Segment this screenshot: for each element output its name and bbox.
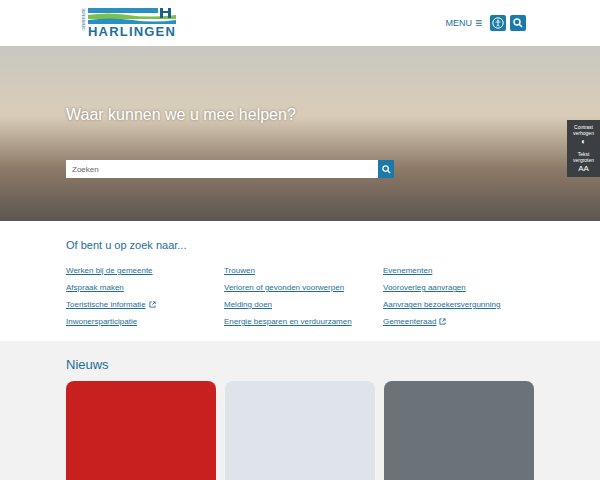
page: GEMEENTEHARLINGEN MENU≡ Waar kunnen we u m…	[0, 0, 600, 480]
quick-link[interactable]: Inwonersparticipatie	[66, 316, 224, 327]
hero-photo: Waar kunnen we u mee helpen?Contrast ver…	[0, 46, 600, 221]
option-glyph-icon: ◐	[581, 137, 586, 147]
menu-button[interactable]: MENU≡	[445, 16, 486, 30]
hero-title: Waar kunnen we u mee helpen?	[66, 106, 600, 124]
external-link-icon	[149, 301, 156, 308]
search-icon	[513, 18, 523, 28]
hamburger-icon: ≡	[475, 16, 482, 30]
external-link-icon	[439, 318, 446, 325]
logo[interactable]: GEMEENTEHARLINGEN	[80, 8, 176, 38]
search-bar	[66, 160, 394, 178]
quick-links-title: Of bent u op zoek naar...	[66, 239, 534, 251]
quick-link[interactable]: Afspraak maken	[66, 282, 224, 293]
quick-link[interactable]: Melding doen	[224, 299, 383, 310]
logo-name-text: HARLINGEN	[88, 25, 176, 38]
quick-link[interactable]: Aanvragen bezoekersvergunning	[383, 299, 534, 310]
accessibility-option[interactable]: Contrast verhogen◐	[567, 124, 600, 147]
quick-link[interactable]: Trouwen	[224, 265, 383, 276]
logo-small-text: GEMEENTE	[81, 25, 86, 31]
news-card[interactable]	[225, 381, 375, 480]
logo-waves-icon	[88, 8, 176, 24]
quick-link[interactable]: Vooroverleg aanvragen	[383, 282, 534, 293]
quick-link[interactable]: Gemeenteraad	[383, 316, 534, 327]
accessibility-panel: Contrast verhogen◐ Tekst vergrotenAA	[567, 120, 600, 177]
quick-link[interactable]: Toeristische informatie	[66, 299, 224, 310]
site-header: GEMEENTEHARLINGEN MENU≡	[0, 0, 600, 46]
news-card[interactable]	[66, 381, 216, 480]
news-card[interactable]	[384, 381, 534, 480]
quick-link[interactable]: Energie besparen en verduurzamen	[224, 316, 383, 327]
accessibility-button[interactable]	[490, 15, 506, 31]
quick-link[interactable]: Evenementen	[383, 265, 534, 276]
news-title: Nieuws	[66, 357, 534, 372]
news-section: Nieuws	[0, 341, 600, 480]
search-input[interactable]	[66, 160, 378, 178]
option-glyph-icon: AA	[578, 164, 589, 174]
search-submit-button[interactable]	[378, 160, 394, 178]
search-icon	[382, 165, 391, 174]
quick-link[interactable]: Verloren of gevonden voorwerpen	[224, 282, 383, 293]
header-search-button[interactable]	[510, 15, 526, 31]
accessibility-option[interactable]: Tekst vergrotenAA	[567, 151, 600, 174]
accessibility-icon	[492, 17, 504, 29]
quick-link[interactable]: Werken bij de gemeente	[66, 265, 224, 276]
quick-links: Of bent u op zoek naar... Werken bij de g…	[0, 221, 600, 341]
